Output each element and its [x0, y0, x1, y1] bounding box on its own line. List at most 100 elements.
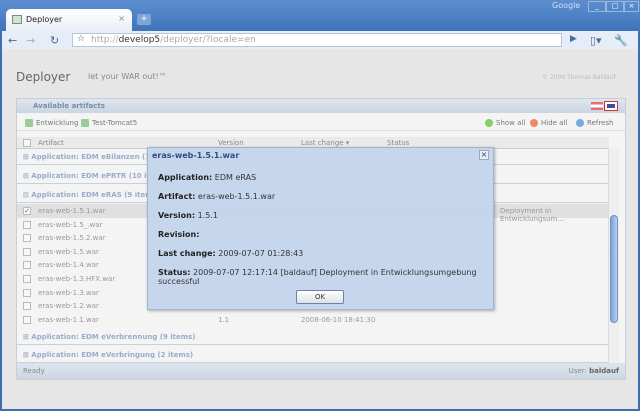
field-value: EDM eRAS [214, 173, 257, 182]
column-version[interactable]: Version [218, 139, 244, 147]
refresh-icon [576, 119, 584, 127]
browser-tab[interactable]: Deployer × [6, 9, 132, 31]
url-path: /deployer/?locale=en [160, 35, 256, 45]
browser-titlebar: Deployer × + Google _ □ × [0, 0, 640, 31]
uk-flag-icon[interactable] [604, 101, 618, 111]
artifact-name: eras-web-1.4.war [38, 261, 99, 270]
plus-circle-icon [485, 119, 493, 127]
close-icon[interactable]: × [479, 150, 489, 160]
grid-scrollbar[interactable] [608, 149, 619, 363]
field-value: 1.5.1 [197, 211, 218, 220]
go-icon[interactable]: ▶ [570, 34, 577, 44]
field-label: Last change: [158, 249, 216, 258]
row-checkbox[interactable] [23, 315, 31, 324]
refresh-button[interactable]: Refresh [576, 119, 613, 127]
app-slogan: let your WAR out!™ [88, 72, 167, 81]
maximize-button[interactable]: □ [606, 1, 624, 12]
browser-brand: Google [552, 1, 581, 10]
bookmark-star-icon[interactable]: ☆ [77, 34, 85, 44]
artifact-name: eras-web-1.2.war [38, 302, 99, 311]
copyright: © 2009 Thomas Baldauf [542, 74, 616, 81]
page-favicon-icon [12, 15, 22, 24]
panel-header: Available artifacts [17, 99, 625, 113]
row-checkbox[interactable] [23, 302, 31, 311]
app-title: Deployer [16, 70, 71, 84]
scrollbar-thumb[interactable] [610, 215, 618, 323]
row-checkbox[interactable] [23, 247, 31, 256]
env-entwicklung-button[interactable]: Entwicklung [25, 119, 78, 127]
dialog-field: Revision: [158, 230, 199, 239]
artifact-last-change: 2008-06-10 18:41:30 [301, 315, 376, 324]
button-label: Entwicklung [36, 119, 79, 127]
artifact-version: 1.1 [218, 315, 230, 324]
close-window-button[interactable]: × [624, 1, 639, 12]
status-text: Ready [23, 367, 45, 375]
row-checkbox[interactable] [23, 234, 31, 243]
user-label: User: [568, 367, 587, 375]
button-label: Test-Tomcat5 [92, 119, 138, 127]
row-checkbox[interactable]: ✓ [23, 207, 31, 215]
url-host: develop5 [118, 35, 161, 45]
hide-all-button[interactable]: Hide all [530, 119, 567, 127]
field-value: 2009-07-07 12:17:14 [baldauf] Deployment… [158, 268, 477, 286]
field-label: Application: [158, 173, 213, 182]
status-bar: Ready User: baldauf [17, 363, 625, 379]
ok-button[interactable]: OK [296, 290, 344, 304]
back-icon[interactable]: ← [8, 34, 17, 47]
dialog-field: Version: 1.5.1 [158, 211, 218, 220]
artifact-name: eras-web-1.3.HFX.war [38, 275, 116, 283]
field-value: eras-web-1.5.1.war [197, 192, 276, 201]
group-row[interactable]: ⊞ Application: EDM eVerbringung (2 items… [17, 347, 609, 363]
forward-icon[interactable]: → [26, 34, 35, 47]
artifact-name: eras-web-1.1.war [38, 315, 99, 324]
panel-title: Available artifacts [33, 102, 105, 110]
browser-toolbar: ← → ↻ ☆ http://develop5/deployer/?locale… [2, 31, 638, 49]
new-tab-button[interactable]: + [137, 14, 151, 25]
artifact-name: eras-web-1.5.2.war [38, 234, 106, 243]
select-all-checkbox[interactable] [23, 139, 31, 147]
page-menu-icon[interactable]: ▯▾ [590, 34, 602, 47]
artifact-name: eras-web-1.3.war [38, 288, 99, 297]
url-scheme: http:// [91, 35, 119, 45]
tab-title: Deployer [26, 15, 63, 24]
button-label: Hide all [541, 119, 568, 127]
dialog-field: Artifact: eras-web-1.5.1.war [158, 192, 275, 201]
wrench-menu-icon[interactable]: 🔧 [614, 34, 628, 47]
group-row[interactable]: ⊞ Application: EDM eVerbrennung (9 items… [17, 329, 609, 345]
column-status[interactable]: Status [387, 139, 409, 147]
row-checkbox[interactable] [23, 220, 31, 229]
field-label: Status: [158, 268, 191, 277]
button-label: Refresh [587, 119, 614, 127]
minus-circle-icon [530, 119, 538, 127]
row-checkbox[interactable] [23, 261, 31, 270]
table-row[interactable]: eras-web-1.1.war 1.1 2008-06-10 18:41:30 [17, 313, 609, 327]
field-label: Revision: [158, 230, 200, 239]
show-all-button[interactable]: Show all [485, 119, 525, 127]
server-icon [25, 119, 33, 127]
field-value: 2009-07-07 01:28:43 [218, 249, 304, 258]
reload-icon[interactable]: ↻ [50, 34, 59, 47]
button-label: Show all [496, 119, 526, 127]
server-icon [81, 119, 89, 127]
column-artifact[interactable]: Artifact [38, 139, 64, 147]
dialog-field: Status: 2009-07-07 12:17:14 [baldauf] De… [158, 268, 493, 286]
dialog-title: eras-web-1.5.1.war [152, 151, 240, 160]
env-test-tomcat-button[interactable]: Test-Tomcat5 [81, 119, 137, 127]
artifact-name: eras-web-1.5.war [38, 247, 99, 256]
austria-flag-icon[interactable] [591, 102, 603, 110]
row-checkbox[interactable] [23, 288, 31, 297]
field-label: Version: [158, 211, 196, 220]
dialog-field: Last change: 2009-07-07 01:28:43 [158, 249, 303, 258]
panel-toolbar: Entwicklung Test-Tomcat5 Show all Hide a… [17, 115, 625, 131]
tab-close-icon[interactable]: × [118, 14, 125, 23]
field-label: Artifact: [158, 192, 196, 201]
row-checkbox[interactable] [23, 275, 31, 283]
artifact-details-dialog: eras-web-1.5.1.war × Application: EDM eR… [147, 147, 494, 310]
address-bar[interactable]: ☆ http://develop5/deployer/?locale=en [72, 33, 562, 47]
column-last-change[interactable]: Last change ▾ [301, 139, 349, 147]
minimize-button[interactable]: _ [588, 1, 606, 12]
user-name: baldauf [589, 367, 619, 375]
artifact-name: eras-web-1.5_.war [38, 220, 103, 229]
dialog-field: Application: EDM eRAS [158, 173, 256, 182]
artifact-name: eras-web-1.5.1.war [38, 207, 106, 215]
